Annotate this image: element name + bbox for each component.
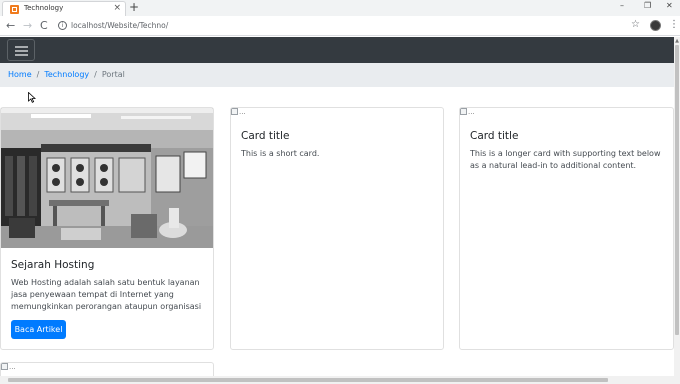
browser-tab[interactable]: Technology × xyxy=(2,1,126,16)
image-alt-text: ... xyxy=(468,108,475,116)
favicon-icon xyxy=(10,5,19,14)
broken-image-icon: ... xyxy=(460,108,475,117)
reload-icon[interactable]: C xyxy=(40,19,48,32)
window-close-icon[interactable]: ✕ xyxy=(666,1,673,11)
card-text: Web Hosting adalah salah satu bentuk lay… xyxy=(11,278,202,311)
scrollbar-thumb[interactable] xyxy=(675,45,679,335)
scroll-up-icon[interactable]: ▲ xyxy=(674,37,680,45)
browser-toolbar: ← → C i localhost/Website/Techno/ xyxy=(0,16,680,36)
baca-artikel-button[interactable]: Baca Artikel xyxy=(11,320,66,339)
card-title: Card title xyxy=(470,130,519,142)
hamburger-line xyxy=(15,50,28,52)
breadcrumb-current: Portal xyxy=(101,70,125,79)
browser-tabstrip: Technology × + – ❐ ✕ xyxy=(0,0,680,16)
navbar xyxy=(0,37,674,63)
hamburger-line xyxy=(15,46,28,48)
forward-icon[interactable]: → xyxy=(23,19,32,32)
back-icon[interactable]: ← xyxy=(6,19,15,32)
card-image-server-room xyxy=(1,108,213,248)
card-partial: ... xyxy=(0,362,214,376)
maximize-icon[interactable]: ❐ xyxy=(644,1,651,11)
breadcrumb-separator: / xyxy=(36,70,40,79)
breadcrumb-technology-link[interactable]: Technology xyxy=(44,70,89,79)
navbar-toggler-button[interactable] xyxy=(7,39,35,61)
browser-menu-icon[interactable]: ⋮ xyxy=(669,19,679,31)
hscrollbar-thumb[interactable] xyxy=(8,378,608,382)
page-viewport: Home / Technology / Portal Sejarah Hosti… xyxy=(0,37,674,376)
breadcrumb-separator: / xyxy=(94,70,97,79)
address-bar[interactable]: i localhost/Website/Techno/ xyxy=(54,18,642,34)
image-alt-text: ... xyxy=(239,108,246,116)
breadcrumb: Home / Technology / Portal xyxy=(0,63,674,87)
image-alt-text: ... xyxy=(9,363,16,371)
vertical-scrollbar[interactable]: ▲ xyxy=(674,37,680,376)
broken-image-icon: ... xyxy=(1,363,16,372)
mouse-cursor-icon xyxy=(28,92,36,103)
bookmark-star-icon[interactable]: ☆ xyxy=(631,19,640,31)
card-short: ... Card title This is a short card. xyxy=(230,107,444,350)
breadcrumb-home-link[interactable]: Home xyxy=(8,70,32,79)
horizontal-scrollbar[interactable] xyxy=(0,376,680,384)
tab-close-icon[interactable]: × xyxy=(113,3,121,14)
card-title: Card title xyxy=(241,130,290,142)
card-long: ... Card title This is a longer card wit… xyxy=(459,107,674,350)
card-text: This is a longer card with supporting te… xyxy=(470,149,661,170)
server-room-photo xyxy=(1,108,213,248)
card-sejarah-hosting: Sejarah Hosting Web Hosting adalah salah… xyxy=(0,107,214,350)
hamburger-line xyxy=(15,54,28,56)
card-text: This is a short card. xyxy=(241,149,320,158)
extension-avatar-icon[interactable] xyxy=(650,20,661,31)
tab-title: Technology xyxy=(24,4,64,12)
broken-image-icon: ... xyxy=(231,108,246,117)
new-tab-button[interactable]: + xyxy=(129,0,139,15)
card-title: Sejarah Hosting xyxy=(11,259,95,271)
url-text[interactable]: localhost/Website/Techno/ xyxy=(71,21,168,30)
info-icon[interactable]: i xyxy=(58,21,67,30)
minimize-icon[interactable]: – xyxy=(620,1,624,11)
